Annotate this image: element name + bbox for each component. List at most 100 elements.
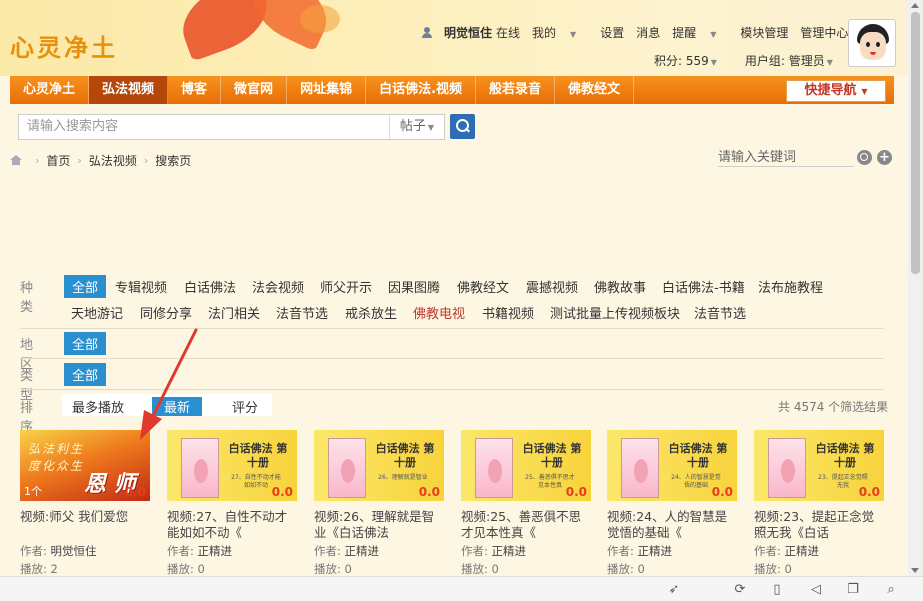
reminder-menu[interactable]: 提醒 ▼ [672,24,728,41]
search-icon[interactable]: ⌕ [884,583,898,597]
messages-link[interactable]: 消息 [636,24,660,41]
bokeh-decoration [300,5,340,33]
my-menu[interactable]: 我的 ▼ [532,24,588,41]
divider [20,358,884,359]
window-icon[interactable]: ❐ [846,583,860,597]
thumbnail-title: 白话佛法 第十册 [522,442,582,469]
nav-item-home[interactable]: 心灵净土 [10,76,90,104]
video-thumbnail[interactable]: 白话佛法 第十册 23、提起正念觉照无我 0.0 [754,430,884,501]
scroll-down-arrow-icon[interactable] [911,568,919,573]
video-title[interactable]: 视频:23、提起正念觉照无我《白话 [754,509,886,541]
speaker-icon[interactable]: ◁ [809,583,823,597]
category-chip[interactable]: 白话佛法 [184,277,236,296]
category-chip[interactable]: 测试批量上传视频板块 [550,303,680,322]
nav-item-blog[interactable]: 博客 [168,76,222,104]
video-title[interactable]: 视频:师父 我们爱您 [20,509,152,541]
nav-item-dharma-video[interactable]: 白话佛法.视频 [366,76,477,104]
video-plays: 播放: 0 [314,562,352,576]
video-card[interactable]: 白话佛法 第十册 23、提起正念觉照无我 0.0 视频:23、提起正念觉照无我《… [754,430,886,577]
points-menu[interactable]: 积分: 559 ▼ [654,52,717,69]
type-chip[interactable]: 全部 [64,363,107,386]
site-logo[interactable]: 心灵净土 [10,28,118,63]
search-input[interactable]: 请输入搜索内容 [18,114,390,140]
video-plays: 播放: 0 [167,562,205,576]
video-plays: 播放: 0 [754,562,792,576]
category-chip[interactable]: 法会视频 [252,277,304,296]
sort-newest[interactable]: 最新 [152,397,203,416]
search-button[interactable] [450,114,475,139]
category-chip[interactable]: 全部 [64,275,107,298]
category-chip[interactable]: 佛教电视 [413,303,465,322]
category-chip[interactable]: 因果图腾 [388,277,440,296]
category-chip[interactable]: 法布施教程 [758,277,823,296]
video-title[interactable]: 视频:26、理解就是智业《白话佛法 [314,509,446,541]
search-icon[interactable] [857,150,872,165]
keyword-input[interactable]: 请输入关键词 [718,149,854,167]
video-card[interactable]: 白话佛法 第十册 24、人的智慧是觉悟的基础 0.0 视频:24、人的智慧是觉悟… [607,430,739,577]
category-chip[interactable]: 天地游记 [71,303,123,322]
add-icon[interactable]: + [877,150,892,165]
sort-most-played[interactable]: 最多播放 [72,397,124,416]
nav-item-audio[interactable]: 般若录音 [476,76,556,104]
rating-score: 0.0 [418,485,440,499]
breadcrumb-video[interactable]: 弘法视频 [89,152,137,169]
nav-item-sutras[interactable]: 佛教经文 [555,76,635,104]
video-title[interactable]: 视频:25、善恶俱不思才见本性真《 [461,509,593,541]
category-chip[interactable]: 同修分享 [140,303,192,322]
category-chip[interactable]: 法门相关 [208,303,260,322]
video-thumbnail[interactable]: 白话佛法 第十册 26、理解就是智业 0.0 [314,430,444,501]
online-status: 在线 [496,25,521,40]
region-chip[interactable]: 全部 [64,332,107,355]
video-thumbnail[interactable]: 白话佛法 第十册 25、善恶俱不思才见本性真 0.0 [461,430,591,501]
nav-item-video[interactable]: 弘法视频 [89,76,169,104]
video-thumbnail[interactable]: 弘法利生 度化众生 恩 师 1个 0.0 [20,430,150,501]
main-nav: 心灵净土 弘法视频 博客 微官网 网址集锦 白话佛法.视频 般若录音 佛教经文 [10,76,894,104]
user-icon [422,26,432,38]
settings-link[interactable]: 设置 [600,24,624,41]
divider [20,328,884,329]
category-chip[interactable]: 法音节选 [694,303,746,322]
quick-nav-button[interactable]: 快捷导航 ▼ [786,80,886,102]
user-group-menu[interactable]: 用户组: 管理员 ▼ [745,52,833,69]
video-card[interactable]: 白话佛法 第十册 25、善恶俱不思才见本性真 0.0 视频:25、善恶俱不思才见… [461,430,593,577]
category-chip[interactable]: 佛教经文 [457,277,509,296]
trash-icon[interactable]: ▯ [770,583,784,597]
video-card[interactable]: 弘法利生 度化众生 恩 师 1个 0.0 视频:师父 我们爱您 作者: 明觉恒住 … [20,430,152,577]
nav-item-microsite[interactable]: 微官网 [221,76,288,104]
video-title[interactable]: 视频:24、人的智慧是觉悟的基础《 [607,509,739,541]
rocket-icon[interactable]: ➶ [667,583,681,597]
video-card[interactable]: 白话佛法 第十册 27、自性不动才能如如不动 0.0 视频:27、自性不动才能如… [167,430,299,577]
video-title[interactable]: 视频:27、自性不动才能如如不动《 [167,509,299,541]
breadcrumb-home[interactable]: 首页 [46,152,70,169]
nav-item-links[interactable]: 网址集锦 [287,76,367,104]
refresh-icon[interactable]: ⟳ [733,583,747,597]
chevron-down-icon: ▼ [826,58,833,67]
home-icon[interactable] [10,155,22,165]
category-chip[interactable]: 白话佛法-书籍 [662,277,745,296]
admin-center-link[interactable]: 管理中心 [800,24,848,41]
video-card[interactable]: 白话佛法 第十册 26、理解就是智业 0.0 视频:26、理解就是智业《白话佛法… [314,430,446,577]
category-chip[interactable]: 书籍视频 [482,303,534,322]
chevron-down-icon: ▼ [570,29,577,39]
scrollbar-thumb[interactable] [911,12,920,274]
avatar[interactable] [848,19,896,67]
category-chip[interactable]: 戒杀放生 [345,303,397,322]
user-stats: 积分: 559 ▼ 用户组: 管理员 ▼ [654,52,833,69]
search-type-select[interactable]: 帖子 ▼ [389,114,445,140]
result-count: 共 4574 个筛选结果 [778,400,889,414]
chevron-right-icon: › [77,153,82,167]
sort-rating[interactable]: 评分 [232,397,258,416]
category-chip[interactable]: 专辑视频 [115,277,167,296]
thumbnail-subtitle: 26、理解就是智业 [378,474,428,481]
rating-score: 0.0 [271,485,293,499]
video-thumbnail[interactable]: 白话佛法 第十册 24、人的智慧是觉悟的基础 0.0 [607,430,737,501]
username-link[interactable]: 明觉恒住 [444,24,492,41]
category-chip[interactable]: 法音节选 [276,303,328,322]
video-thumbnail[interactable]: 白话佛法 第十册 27、自性不动才能如如不动 0.0 [167,430,297,501]
vertical-scrollbar[interactable] [908,0,923,576]
category-chip[interactable]: 震撼视频 [526,277,578,296]
scroll-up-arrow-icon[interactable] [911,3,919,8]
module-admin-link[interactable]: 模块管理 [740,24,788,41]
category-chip[interactable]: 佛教故事 [594,277,646,296]
category-chip[interactable]: 师父开示 [320,277,372,296]
